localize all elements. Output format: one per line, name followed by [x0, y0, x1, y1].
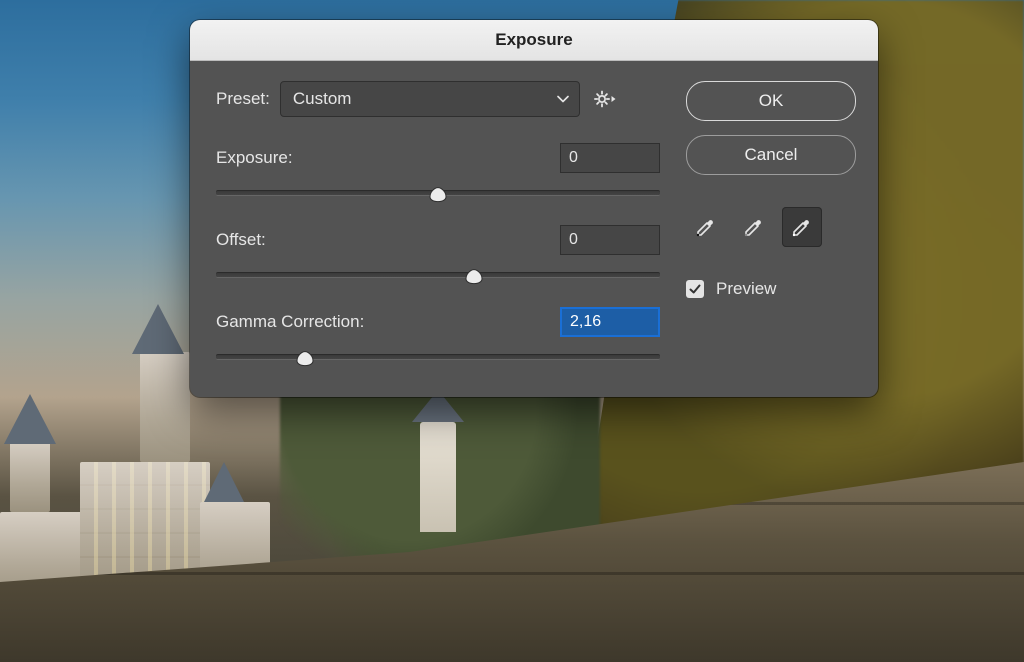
ok-button-label: OK — [759, 91, 784, 111]
offset-input[interactable] — [560, 225, 660, 255]
exposure-label: Exposure: — [216, 148, 293, 168]
exposure-param: Exposure: — [216, 143, 660, 203]
preset-options-button[interactable] — [590, 84, 620, 114]
preset-select[interactable]: Custom — [280, 81, 580, 117]
offset-slider[interactable] — [216, 265, 660, 285]
dialog-titlebar[interactable]: Exposure — [190, 20, 878, 61]
cancel-button-label: Cancel — [745, 145, 798, 165]
slider-thumb[interactable] — [295, 351, 315, 367]
gamma-label: Gamma Correction: — [216, 312, 364, 332]
chevron-down-icon — [557, 95, 569, 103]
eyedropper-gray-button[interactable] — [734, 207, 774, 247]
eyedropper-black-button[interactable] — [686, 207, 726, 247]
slider-thumb[interactable] — [464, 269, 484, 285]
exposure-dialog: Exposure Preset: Custom — [190, 20, 878, 397]
eyedropper-icon — [742, 215, 766, 239]
check-icon — [688, 282, 702, 296]
preset-value: Custom — [293, 89, 352, 109]
exposure-slider[interactable] — [216, 183, 660, 203]
preview-label: Preview — [716, 279, 776, 299]
offset-label: Offset: — [216, 230, 266, 250]
preview-checkbox[interactable] — [686, 280, 704, 298]
gear-icon — [594, 90, 616, 108]
exposure-input[interactable] — [560, 143, 660, 173]
eyedropper-white-button[interactable] — [782, 207, 822, 247]
cancel-button[interactable]: Cancel — [686, 135, 856, 175]
gamma-slider[interactable] — [216, 347, 660, 367]
slider-track — [216, 354, 660, 360]
dialog-title: Exposure — [495, 30, 572, 50]
offset-param: Offset: — [216, 225, 660, 285]
slider-track — [216, 272, 660, 278]
ok-button[interactable]: OK — [686, 81, 856, 121]
eyedropper-group — [686, 207, 856, 247]
eyedropper-icon — [694, 215, 718, 239]
slider-thumb[interactable] — [428, 187, 448, 203]
gamma-param: Gamma Correction: — [216, 307, 660, 367]
eyedropper-icon — [790, 215, 814, 239]
gamma-input[interactable] — [560, 307, 660, 337]
preset-label: Preset: — [216, 89, 270, 109]
